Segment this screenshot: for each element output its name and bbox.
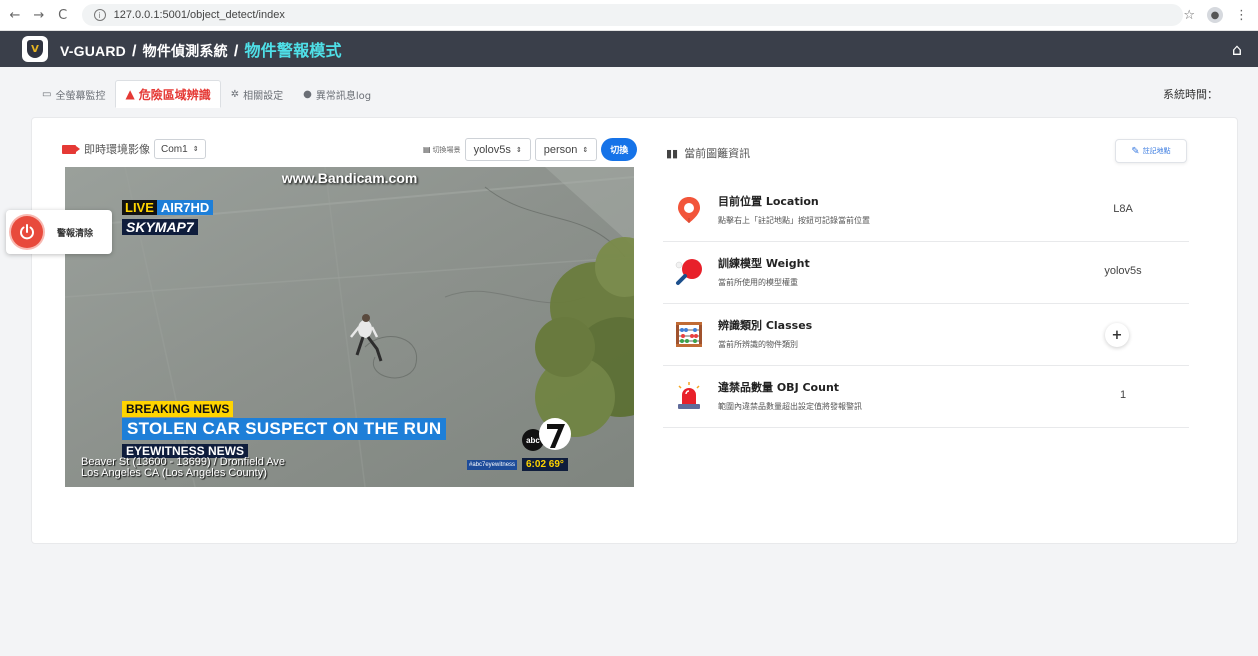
mark-location-button[interactable]: ✎ 註記地點 bbox=[1115, 139, 1187, 163]
profile-avatar-icon[interactable]: ● bbox=[1207, 7, 1223, 23]
chat-bubble-icon: ● bbox=[303, 88, 312, 100]
row-desc: 當前所辨識的物件類別 bbox=[718, 340, 798, 349]
address-line-2: Los Angeles CA (Los Angeles County) bbox=[81, 467, 267, 479]
tab-log[interactable]: ● 異常訊息log bbox=[293, 80, 381, 108]
info-list: 目前位置 Location 點擊右上「註記地點」按鈕可記錄當前位置 L8A 訓練… bbox=[663, 180, 1189, 428]
mode-name: 物件警報模式 bbox=[244, 43, 342, 60]
add-class-button[interactable]: + bbox=[1105, 323, 1129, 347]
list-item: 訓練模型 Weight 當前所使用的模型權重 yolov5s bbox=[663, 242, 1189, 304]
alarm-clear-button[interactable] bbox=[11, 216, 43, 248]
reload-icon[interactable]: C bbox=[54, 6, 72, 24]
location-value: L8A bbox=[1113, 203, 1133, 215]
info-panel-title: ▮▮ 當前圖籬資訊 bbox=[666, 145, 750, 161]
alarm-clear-label: 警報清除 bbox=[57, 228, 94, 239]
model-select[interactable]: yolov5s ⇕ bbox=[464, 138, 531, 161]
site-info-icon[interactable]: i bbox=[93, 9, 106, 21]
tab-danger-zone[interactable]: ▲ 危險區域辨識 bbox=[115, 80, 221, 108]
tab-label: 異常訊息log bbox=[315, 90, 372, 102]
map-icon: ▮▮ bbox=[666, 146, 679, 160]
warning-icon: ▲ bbox=[125, 87, 135, 101]
scene-label-text: 切換場景 bbox=[432, 145, 461, 154]
news-headline: STOLEN CAR SUSPECT ON THE RUN bbox=[122, 418, 447, 440]
tab-label: 相關設定 bbox=[243, 90, 284, 102]
select-arrows-icon: ⇕ bbox=[515, 146, 522, 154]
select-arrows-icon: ⇕ bbox=[582, 146, 589, 154]
video-camera-icon bbox=[62, 144, 80, 154]
list-item: 辨識類別 Classes 當前所辨識的物件類別 + bbox=[663, 304, 1189, 366]
browser-toolbar: ← → C i 127.0.0.1:5001/object_detect/ind… bbox=[0, 0, 1258, 31]
video-toolbar: 即時環境影像 Com1 ⇕ bbox=[62, 139, 206, 159]
list-item: 目前位置 Location 點擊右上「註記地點」按鈕可記錄當前位置 L8A bbox=[663, 180, 1189, 242]
address-overlay: Beaver St (13600 - 13699) / Dronfield Av… bbox=[81, 457, 285, 479]
monitor-icon: ▭ bbox=[42, 88, 52, 100]
tab-label: 全螢幕監控 bbox=[55, 90, 106, 102]
abc-logo-text: abc bbox=[526, 436, 540, 445]
siren-icon bbox=[678, 382, 700, 409]
edit-icon: ✎ bbox=[1131, 145, 1140, 157]
tab-label: 危險區域辨識 bbox=[138, 87, 211, 102]
page-title: V-GUARD / 物件偵測系統 / 物件警報模式 bbox=[60, 43, 342, 60]
database-icon: ▤ bbox=[423, 145, 431, 154]
time-text: 6:02 bbox=[526, 459, 547, 470]
switch-button[interactable]: 切換 bbox=[601, 138, 638, 161]
address-bar[interactable]: i 127.0.0.1:5001/object_detect/index bbox=[81, 4, 1184, 26]
watermark: www.Bandicam.com bbox=[281, 170, 418, 186]
home-icon[interactable]: ⌂ bbox=[1232, 40, 1242, 59]
forward-arrow-icon[interactable]: → bbox=[30, 6, 48, 24]
power-icon bbox=[20, 224, 34, 240]
info-title-text: 當前圖籬資訊 bbox=[684, 147, 751, 160]
url-text: 127.0.0.1:5001/object_detect/index bbox=[113, 9, 285, 21]
row-desc: 範圍內違禁品數量超出設定值將發報警訊 bbox=[718, 402, 862, 411]
tab-settings[interactable]: ✲ 相關設定 bbox=[221, 80, 293, 108]
camera-select-value: Com1 bbox=[161, 143, 188, 155]
browser-menu-icon[interactable]: ⋮ bbox=[1235, 8, 1248, 23]
class-select-value: person bbox=[543, 143, 578, 156]
live-text: LIVE bbox=[122, 200, 157, 215]
video-title: 即時環境影像 bbox=[84, 143, 150, 156]
row-name: 辨識類別 Classes bbox=[718, 319, 813, 332]
breaking-news-badge: BREAKING NEWS bbox=[122, 401, 234, 417]
weight-value: yolov5s bbox=[1104, 265, 1142, 277]
gear-icon: ✲ bbox=[230, 88, 240, 100]
row-desc: 當前所使用的模型權重 bbox=[718, 278, 798, 287]
brand-name: V-GUARD bbox=[60, 43, 126, 59]
shield-icon: V bbox=[27, 40, 43, 58]
list-item: 違禁品數量 OBJ Count 範圍內違禁品數量超出設定值將發報警訊 1 bbox=[663, 366, 1189, 428]
live-badge: LIVE AIR7HD bbox=[122, 200, 214, 215]
row-name: 違禁品數量 OBJ Count bbox=[718, 381, 840, 394]
main-tabs: ▭ 全螢幕監控 ▲ 危險區域辨識 ✲ 相關設定 ● 異常訊息log bbox=[32, 80, 381, 108]
system-name: 物件偵測系統 bbox=[142, 43, 228, 59]
alarm-clear-panel[interactable]: 警報清除 bbox=[6, 210, 112, 254]
temp-text: 69° bbox=[548, 459, 564, 470]
hashtag-badge: #abc7eyewitness bbox=[467, 460, 518, 470]
time-temp-badge: 6:02 69° bbox=[522, 458, 568, 471]
vguard-logo: V bbox=[22, 36, 48, 62]
row-name: 訓練模型 Weight bbox=[718, 257, 810, 270]
air7hd-text: AIR7HD bbox=[156, 200, 214, 215]
row-name: 目前位置 Location bbox=[718, 195, 819, 208]
skymap-badge: SKYMAP7 bbox=[122, 219, 198, 235]
select-arrows-icon: ⇕ bbox=[192, 146, 199, 153]
tab-fullscreen-monitor[interactable]: ▭ 全螢幕監控 bbox=[32, 80, 115, 108]
class-select[interactable]: person ⇕ bbox=[534, 138, 598, 161]
abc7-logo: abc bbox=[522, 418, 571, 451]
app-header: V V-GUARD / 物件偵測系統 / 物件警報模式 ⌂ bbox=[0, 31, 1258, 67]
location-pin-icon bbox=[678, 197, 700, 223]
bookmark-star-icon[interactable]: ☆ bbox=[1183, 8, 1195, 23]
scene-label: ▤ 切換場景 bbox=[423, 145, 461, 155]
back-arrow-icon[interactable]: ← bbox=[6, 6, 24, 24]
live-video-feed: www.Bandicam.com LIVE AIR7HD SKYMAP7 BRE… bbox=[65, 167, 634, 487]
row-desc: 點擊右上「註記地點」按鈕可記錄當前位置 bbox=[718, 216, 870, 225]
ping-pong-icon bbox=[675, 259, 702, 285]
abacus-icon bbox=[676, 322, 702, 347]
obj-count-value: 1 bbox=[1119, 389, 1127, 401]
camera-select[interactable]: Com1 ⇕ bbox=[154, 139, 206, 159]
model-select-value: yolov5s bbox=[473, 143, 511, 156]
mark-location-label: 註記地點 bbox=[1142, 147, 1171, 155]
system-time: 系統時間： bbox=[1163, 88, 1218, 101]
scene-controls: ▤ 切換場景 yolov5s ⇕ person ⇕ 切換 bbox=[423, 138, 638, 161]
